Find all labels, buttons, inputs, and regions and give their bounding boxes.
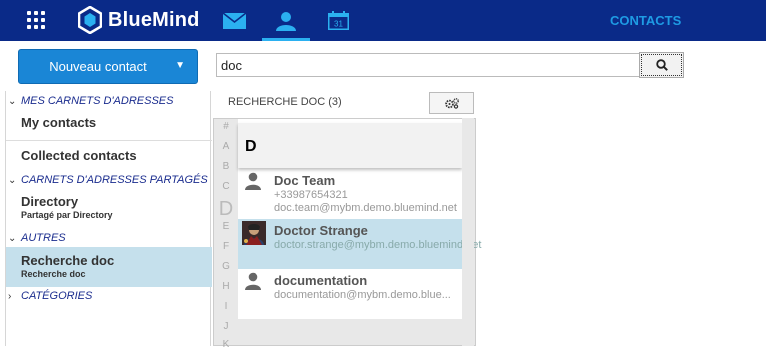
alphabet-letter[interactable]: E [214,221,238,232]
sidebar-item-search-doc[interactable]: Recherche doc Recherche doc [6,247,212,287]
search-input[interactable] [216,53,640,77]
sidebar-item-my-contacts[interactable]: My contacts [6,115,212,137]
alphabet-letter[interactable]: B [214,161,238,172]
alphabet-letter[interactable]: C [214,181,238,192]
search-results-title: RECHERCHE DOC (3) [228,96,342,108]
contact-item-documentation[interactable]: documentation documentation@mybm.demo.bl… [238,269,462,319]
alphabet-letter[interactable]: G [214,261,238,272]
section-label: CARNETS D'ADRESSES PARTAGÉS [21,174,208,186]
contact-name: Doc Team [274,173,336,188]
contact-item-doc-team[interactable]: Doc Team +33987654321 doc.team@mybm.demo… [238,169,462,219]
contact-name: Doctor Strange [274,223,368,238]
top-bar: BlueMind 31 CONTACTS [0,0,766,41]
search-button[interactable] [639,52,684,78]
alphabet-letter-active[interactable]: D [214,198,238,221]
alphabet-letter[interactable]: A [214,141,238,152]
alphabet-letter[interactable]: # [214,121,238,132]
search-icon [655,59,668,71]
section-my-address-books[interactable]: ⌄ MES CARNETS D'ADRESSES [6,93,212,110]
section-shared-address-books[interactable]: ⌄ CARNETS D'ADRESSES PARTAGÉS [6,172,212,189]
group-header: D [238,123,462,168]
gears-icon [444,97,459,109]
calendar-day: 31 [334,20,343,29]
apps-grid-icon[interactable] [27,11,45,29]
contact-item-doctor-strange[interactable]: Doctor Strange doctor.strange@mybm.demo.… [238,219,481,269]
nav-contacts[interactable] [262,0,310,41]
calendar-icon: 31 [327,11,349,30]
contacts-icon [276,11,296,31]
nav-calendar[interactable]: 31 [320,0,356,41]
sidebar-item-directory[interactable]: Directory Partagé par Directory [6,194,212,228]
contact-photo [242,221,266,245]
section-categories[interactable]: › CATÉGORIES [6,288,212,305]
address-book-sidebar: ⌄ MES CARNETS D'ADRESSES My contacts Col… [5,91,212,346]
sidebar-item-label: Recherche doc [21,253,115,268]
alphabet-letter[interactable]: H [214,281,238,292]
sidebar-item-collected-contacts[interactable]: Collected contacts [6,148,212,170]
caret-down-icon[interactable]: ▼ [175,60,185,71]
chevron-down-icon: ⌄ [8,175,17,186]
alphabet-index: # A B C D E F G H I J K [214,119,238,350]
contact-name: documentation [274,273,368,288]
alphabet-letter[interactable]: J [214,321,238,332]
contact-email: doctor.strange@mybm.demo.bluemind.net [274,239,482,251]
new-contact-label: Nouveau contact [49,59,147,74]
nav-mail[interactable] [214,0,254,41]
sidebar-item-label: My contacts [21,115,97,130]
chevron-down-icon: ⌄ [8,96,17,107]
contact-email: doc.team@mybm.demo.bluemind.net [274,202,457,214]
alphabet-letter[interactable]: I [214,301,238,312]
contact-list-panel: # A B C D E F G H I J K D Doc Team +3398… [213,118,481,350]
section-label: AUTRES [21,232,66,244]
brand-name: BlueMind [108,8,200,31]
contact-email: documentation@mybm.demo.blue... [274,289,451,301]
alphabet-letter[interactable]: K [214,339,238,350]
sidebar-item-label: Collected contacts [21,148,137,163]
section-others[interactable]: ⌄ AUTRES [6,230,212,247]
mail-icon [222,12,246,29]
section-label: MES CARNETS D'ADRESSES [21,95,174,107]
person-avatar-icon [245,272,261,290]
section-label: CATÉGORIES [21,290,93,302]
bluemind-logo[interactable]: BlueMind [78,6,200,34]
sidebar-item-label: Directory [21,194,79,209]
contact-list: D Doc Team +33987654321 doc.team@mybm.de… [238,119,481,319]
sidebar-item-sublabel: Partagé par Directory [21,210,113,220]
group-letter: D [245,138,257,155]
bluemind-logo-icon [78,6,102,34]
chevron-down-icon: ⌄ [8,233,17,244]
app-section-title: CONTACTS [610,13,682,28]
person-avatar-icon [245,172,261,190]
new-contact-button[interactable]: Nouveau contact ▼ [18,49,198,84]
chevron-right-icon: › [8,291,12,302]
alphabet-letter[interactable]: F [214,241,238,252]
divider [6,140,212,141]
list-settings-button[interactable] [429,92,474,114]
sidebar-item-sublabel: Recherche doc [21,269,86,279]
list-scrollbar[interactable] [462,118,474,346]
contact-phone: +33987654321 [274,189,348,201]
